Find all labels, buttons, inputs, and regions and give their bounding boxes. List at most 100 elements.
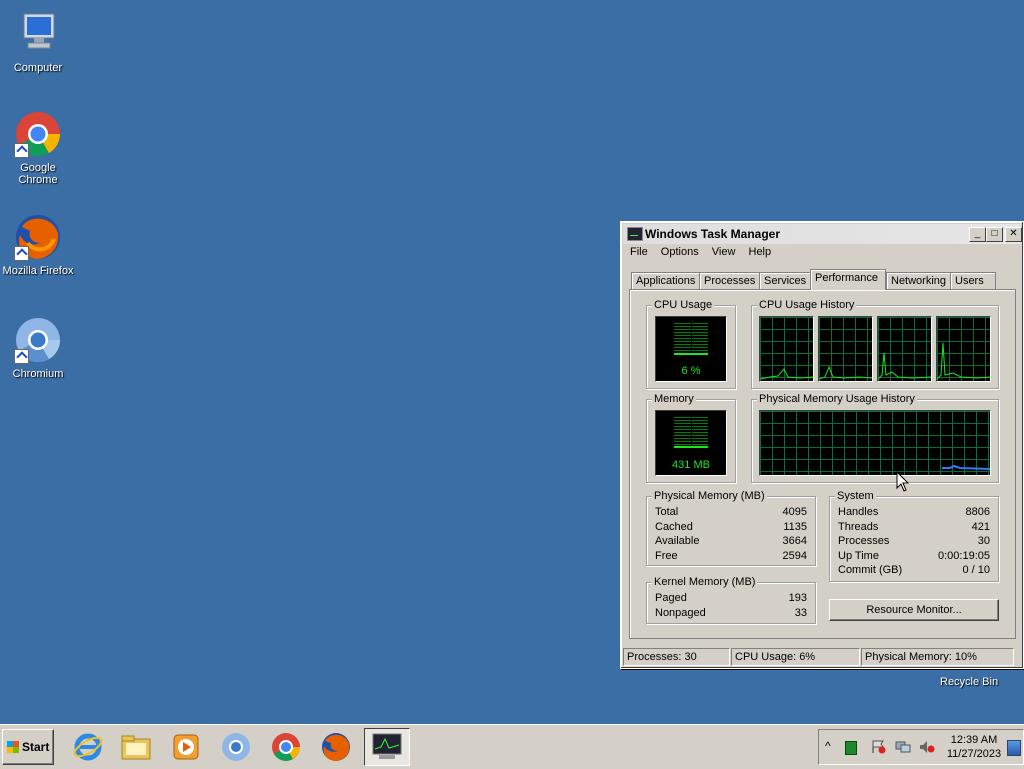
physical-memory-free-row: Free 2594 <box>655 550 807 564</box>
performance-panel: CPU Usage 6 % CPU Usage History Memory 4… <box>629 289 1016 639</box>
tab-processes[interactable]: Processes <box>699 272 760 289</box>
status-physical-memory: Physical Memory: 10% <box>861 648 1014 666</box>
system-handles-row: Handles 8806 <box>838 506 990 520</box>
system-group: System Handles 8806 Threads 421 Processes 3… <box>829 490 999 582</box>
physical-memory-available-row: Available 3664 <box>655 535 807 549</box>
tab-services[interactable]: Services <box>759 272 812 289</box>
row-key: Cached <box>655 521 693 533</box>
row-value: 1135 <box>783 521 807 533</box>
row-key: Free <box>655 550 678 562</box>
status-processes: Processes: 30 <box>623 648 730 666</box>
task-manager-window[interactable]: Windows Task Manager _ □ ✕ File Options … <box>620 221 1024 669</box>
system-threads-row: Threads 421 <box>838 521 990 535</box>
row-key: Total <box>655 506 679 518</box>
window-title: Windows Task Manager <box>645 227 781 241</box>
task-manager-tray-icon[interactable] <box>845 741 857 755</box>
row-value: 8806 <box>965 506 990 518</box>
system-tray: ^ 12:39 AM 11/27/2023 <box>818 729 1024 765</box>
system-processes-row: Processes 30 <box>838 535 990 549</box>
menu-options[interactable]: Options <box>661 246 699 258</box>
row-key: Threads <box>838 521 879 533</box>
internet-explorer-icon[interactable] <box>72 731 104 763</box>
desktop-icon-label: Recycle Bin <box>940 676 999 688</box>
cpu-history-group: CPU Usage History <box>751 299 999 389</box>
desktop-icon-label: Chromium <box>12 368 64 380</box>
taskbar: Start ^ 12:39 AM 11/27/2023 <box>0 724 1024 769</box>
kernel-memory-nonpaged-row: Nonpaged 33 <box>655 607 807 621</box>
chrome-icon <box>14 110 62 158</box>
cpu-meter-level <box>674 353 708 356</box>
firefox-icon[interactable] <box>320 731 352 763</box>
cpu-usage-meter: 6 % <box>655 316 727 382</box>
chrome-icon[interactable] <box>270 731 302 763</box>
memory-meter-bars <box>674 417 708 449</box>
tab-networking[interactable]: Networking <box>886 272 952 289</box>
row-key: Commit (GB) <box>838 564 903 576</box>
chromium-icon <box>14 316 62 364</box>
desktop-icon-recycle-bin[interactable]: Recycle Bin <box>940 676 998 688</box>
cpu-history-graph-core-1 <box>759 316 814 382</box>
minimize-button[interactable]: _ <box>969 227 986 242</box>
menu-bar: File Options View Help <box>625 246 776 264</box>
kernel-memory-group: Kernel Memory (MB) Paged 193 Nonpaged 33 <box>646 576 816 624</box>
row-key: Paged <box>655 592 687 604</box>
memory-history-label: Physical Memory Usage History <box>757 393 917 405</box>
media-player-icon[interactable] <box>170 731 202 763</box>
system-commit-row: Commit (GB) 0 / 10 <box>838 564 990 578</box>
tray-expand-icon[interactable]: ^ <box>825 739 831 753</box>
tab-users[interactable]: Users <box>950 272 996 289</box>
status-cpu-usage: CPU Usage: 6% <box>731 648 860 666</box>
desktop-icon-chrome[interactable]: Google Chrome <box>0 110 76 186</box>
row-key: Up Time <box>838 550 879 562</box>
row-key: Processes <box>838 535 890 547</box>
show-desktop-button[interactable] <box>1007 740 1021 756</box>
row-value: 2594 <box>782 550 807 562</box>
status-bar: Processes: 30 CPU Usage: 6% Physical Mem… <box>623 648 1021 666</box>
action-center-flag-icon[interactable] <box>871 740 887 754</box>
title-bar[interactable]: Windows Task Manager _ □ ✕ <box>623 224 1022 244</box>
cpu-usage-group: CPU Usage 6 % <box>646 299 736 389</box>
row-value: 33 <box>794 607 807 619</box>
windows-logo-icon <box>7 741 19 753</box>
row-value: 30 <box>977 535 990 547</box>
chromium-icon[interactable] <box>220 731 252 763</box>
computer-icon <box>14 10 62 58</box>
tab-performance[interactable]: Performance <box>810 269 886 290</box>
resource-monitor-button[interactable]: Resource Monitor... <box>829 599 999 621</box>
row-value: 193 <box>788 592 807 604</box>
memory-value: 431 MB <box>672 459 710 471</box>
row-key: Available <box>655 535 700 547</box>
desktop-icon-chromium[interactable]: Chromium <box>0 316 76 380</box>
desktop-icon-firefox[interactable]: Mozilla Firefox <box>0 213 76 277</box>
clock[interactable]: 12:39 AM 11/27/2023 <box>945 733 1003 761</box>
row-value: 3664 <box>782 535 807 547</box>
memory-group: Memory 431 MB <box>646 393 736 483</box>
menu-help[interactable]: Help <box>749 246 772 258</box>
explorer-folder-icon[interactable] <box>120 731 152 763</box>
cpu-history-label: CPU Usage History <box>757 299 857 311</box>
row-value: 4095 <box>782 506 807 518</box>
start-label: Start <box>22 740 50 754</box>
menu-view[interactable]: View <box>712 246 736 258</box>
desktop-icon-label: Computer <box>13 62 63 74</box>
desktop-icon-label: Google Chrome <box>18 162 58 186</box>
cpu-usage-value: 6 % <box>681 365 701 377</box>
start-button[interactable]: Start <box>2 729 54 765</box>
tab-applications[interactable]: Applications <box>631 272 703 289</box>
mouse-cursor-icon <box>896 471 910 492</box>
physical-memory-cached-row: Cached 1135 <box>655 521 807 535</box>
row-value: 421 <box>971 521 990 533</box>
desktop-icon-computer[interactable]: Computer <box>0 10 76 74</box>
memory-label: Memory <box>652 393 696 405</box>
task-manager-icon[interactable] <box>364 728 410 766</box>
task-manager-icon <box>627 227 643 241</box>
network-icon[interactable] <box>895 740 911 754</box>
menu-file[interactable]: File <box>630 246 648 258</box>
volume-muted-icon[interactable] <box>919 740 935 754</box>
shortcut-arrow-icon <box>14 143 29 158</box>
physical-memory-label: Physical Memory (MB) <box>652 490 767 502</box>
shortcut-arrow-icon <box>14 246 29 261</box>
maximize-button[interactable]: □ <box>986 227 1003 242</box>
close-button[interactable]: ✕ <box>1005 227 1022 242</box>
row-key: Handles <box>838 506 879 518</box>
